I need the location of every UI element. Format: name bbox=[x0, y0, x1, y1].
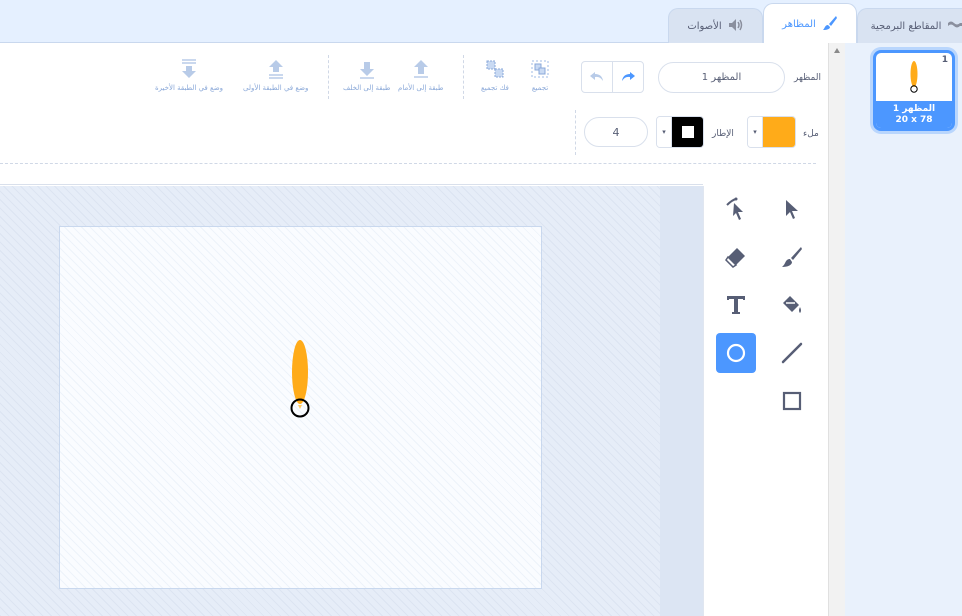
backward-button[interactable]: طبقة إلى الخلف bbox=[343, 58, 391, 92]
redo-button[interactable] bbox=[612, 62, 643, 92]
tab-sounds-label: الأصوات bbox=[687, 20, 722, 32]
costume-drawing[interactable] bbox=[285, 338, 315, 423]
text-tool[interactable] bbox=[716, 285, 756, 325]
fill-swatch[interactable] bbox=[762, 117, 795, 147]
back-button[interactable]: وضع في الطبقة الأخيرة bbox=[155, 58, 223, 92]
canvas-border bbox=[0, 184, 703, 185]
send-to-back-icon bbox=[182, 59, 197, 78]
undo-button[interactable] bbox=[582, 62, 612, 92]
fill-icon bbox=[783, 296, 801, 313]
fill-color-picker[interactable]: ▾ bbox=[747, 116, 796, 148]
brush-tool[interactable] bbox=[772, 237, 812, 277]
ungroup-button[interactable]: فك تجميع bbox=[481, 58, 509, 92]
reshape-icon bbox=[726, 197, 743, 220]
forward-label: طبقة إلى الأمام bbox=[398, 84, 444, 92]
costume-info: المظهر 1 20 x 78 bbox=[876, 101, 952, 128]
tab-sounds[interactable]: الأصوات bbox=[668, 8, 763, 43]
rectangle-icon bbox=[782, 391, 802, 411]
redo-icon bbox=[622, 72, 636, 81]
bring-to-front-icon bbox=[268, 60, 283, 79]
fill-label: ملء bbox=[803, 129, 819, 139]
backward-label: طبقة إلى الخلف bbox=[343, 84, 391, 92]
arrow-down-icon bbox=[359, 62, 374, 79]
brush-icon bbox=[782, 247, 802, 267]
fill-tool[interactable] bbox=[772, 285, 812, 325]
canvas-gutter bbox=[660, 186, 703, 616]
front-button[interactable]: وضع في الطبقة الأولى bbox=[243, 58, 308, 92]
scroll-up-icon bbox=[834, 48, 840, 53]
group-label: تجميع bbox=[531, 84, 549, 92]
toolbar-separator bbox=[575, 110, 576, 155]
select-icon bbox=[786, 200, 798, 219]
front-label: وضع في الطبقة الأولى bbox=[243, 84, 309, 92]
ungroup-label: فك تجميع bbox=[481, 84, 509, 92]
undo-icon bbox=[590, 72, 604, 81]
forward-button[interactable]: طبقة إلى الأمام bbox=[398, 58, 444, 92]
outline-label: الإطار bbox=[712, 129, 734, 139]
costume-size: 20 x 78 bbox=[895, 115, 933, 125]
ungroup-icon bbox=[486, 60, 504, 78]
text-icon bbox=[727, 296, 745, 314]
toolbar-divider bbox=[0, 163, 816, 164]
eraser-tool[interactable] bbox=[716, 237, 756, 277]
group-button[interactable]: تجميع bbox=[530, 58, 550, 92]
toolbar-separator bbox=[463, 55, 464, 99]
tab-code[interactable]: المقاطع البرمجية bbox=[857, 8, 962, 43]
outline-color-picker[interactable]: ▾ bbox=[656, 116, 704, 148]
costume-list-item[interactable]: 1 المظهر 1 20 x 78 bbox=[873, 50, 955, 131]
code-icon bbox=[947, 19, 962, 34]
group-icon bbox=[531, 60, 549, 78]
tab-costumes-label: المظاهر bbox=[782, 18, 816, 30]
costume-name: المظهر 1 bbox=[892, 104, 936, 114]
outline-width-input[interactable] bbox=[584, 117, 648, 147]
arrow-up-icon bbox=[413, 60, 428, 78]
costume-name-label: المظهر bbox=[794, 73, 821, 83]
chevron-down-icon: ▾ bbox=[748, 117, 762, 147]
line-icon bbox=[781, 342, 803, 364]
speaker-icon bbox=[728, 18, 744, 35]
editor-scrollbar[interactable] bbox=[828, 43, 845, 616]
eraser-icon bbox=[725, 248, 745, 268]
circle-tool[interactable] bbox=[716, 333, 756, 373]
editor-tab-bar: المقاطع البرمجية المظاهر الأصوات bbox=[0, 0, 962, 44]
costume-thumbnail bbox=[910, 61, 918, 93]
reshape-tool[interactable] bbox=[716, 189, 756, 229]
line-tool[interactable] bbox=[772, 333, 812, 373]
tab-costumes[interactable]: المظاهر bbox=[763, 3, 857, 44]
select-tool[interactable] bbox=[772, 189, 812, 229]
undo-redo-group bbox=[581, 61, 644, 93]
outline-swatch[interactable] bbox=[671, 117, 703, 147]
circle-icon bbox=[726, 343, 746, 363]
toolbar-separator bbox=[328, 55, 329, 99]
tab-code-label: المقاطع البرمجية bbox=[870, 20, 942, 32]
rectangle-tool[interactable] bbox=[772, 381, 812, 421]
costume-name-input[interactable] bbox=[658, 62, 785, 93]
back-label: وضع في الطبقة الأخيرة bbox=[155, 84, 224, 92]
chevron-down-icon: ▾ bbox=[657, 117, 671, 147]
brush-icon bbox=[822, 15, 838, 34]
tool-palette bbox=[703, 186, 828, 616]
